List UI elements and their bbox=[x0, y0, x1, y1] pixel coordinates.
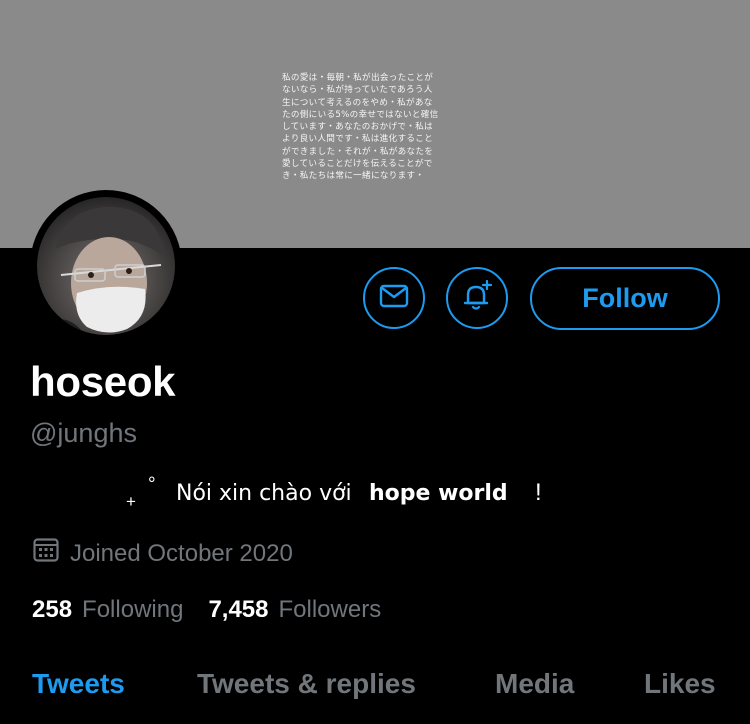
banner-text: 私の愛は・毎朝・私が出会ったことが ないなら・私が持っていたであろう人 生につい… bbox=[282, 73, 439, 182]
following-count[interactable]: 258 bbox=[32, 596, 72, 624]
avatar-photo bbox=[37, 197, 175, 335]
follow-button[interactable]: Follow bbox=[530, 267, 720, 330]
profile-handle: @junghs bbox=[30, 418, 137, 448]
bio-plus: + bbox=[126, 492, 136, 511]
bio-text: Nói xin chào với bbox=[176, 481, 352, 506]
tab-likes[interactable]: Likes bbox=[644, 668, 716, 700]
bio-bold-text: hope world bbox=[369, 481, 508, 506]
following-label[interactable]: Following bbox=[82, 596, 183, 624]
bell-plus-icon bbox=[459, 278, 495, 319]
envelope-icon bbox=[377, 279, 411, 318]
avatar[interactable] bbox=[30, 190, 182, 342]
calendar-icon bbox=[32, 536, 60, 571]
followers-count[interactable]: 7,458 bbox=[208, 596, 268, 624]
tab-media[interactable]: Media bbox=[495, 668, 574, 700]
tab-tweets[interactable]: Tweets bbox=[32, 668, 125, 700]
notifications-button[interactable] bbox=[446, 267, 508, 329]
followers-label[interactable]: Followers bbox=[279, 596, 382, 624]
bio-exclamation: ! bbox=[535, 479, 542, 506]
profile-name: hoseok bbox=[30, 358, 176, 405]
follow-stats: 258 Following 7,458 Followers bbox=[32, 596, 406, 624]
message-button[interactable] bbox=[363, 267, 425, 329]
joined-date: Joined October 2020 bbox=[32, 536, 293, 571]
joined-text: Joined October 2020 bbox=[70, 539, 293, 567]
profile-bio: + ° Nói xin chào với hope world ! bbox=[126, 474, 596, 512]
bio-degree: ° bbox=[148, 474, 156, 495]
tab-tweets-replies[interactable]: Tweets & replies bbox=[197, 668, 416, 700]
